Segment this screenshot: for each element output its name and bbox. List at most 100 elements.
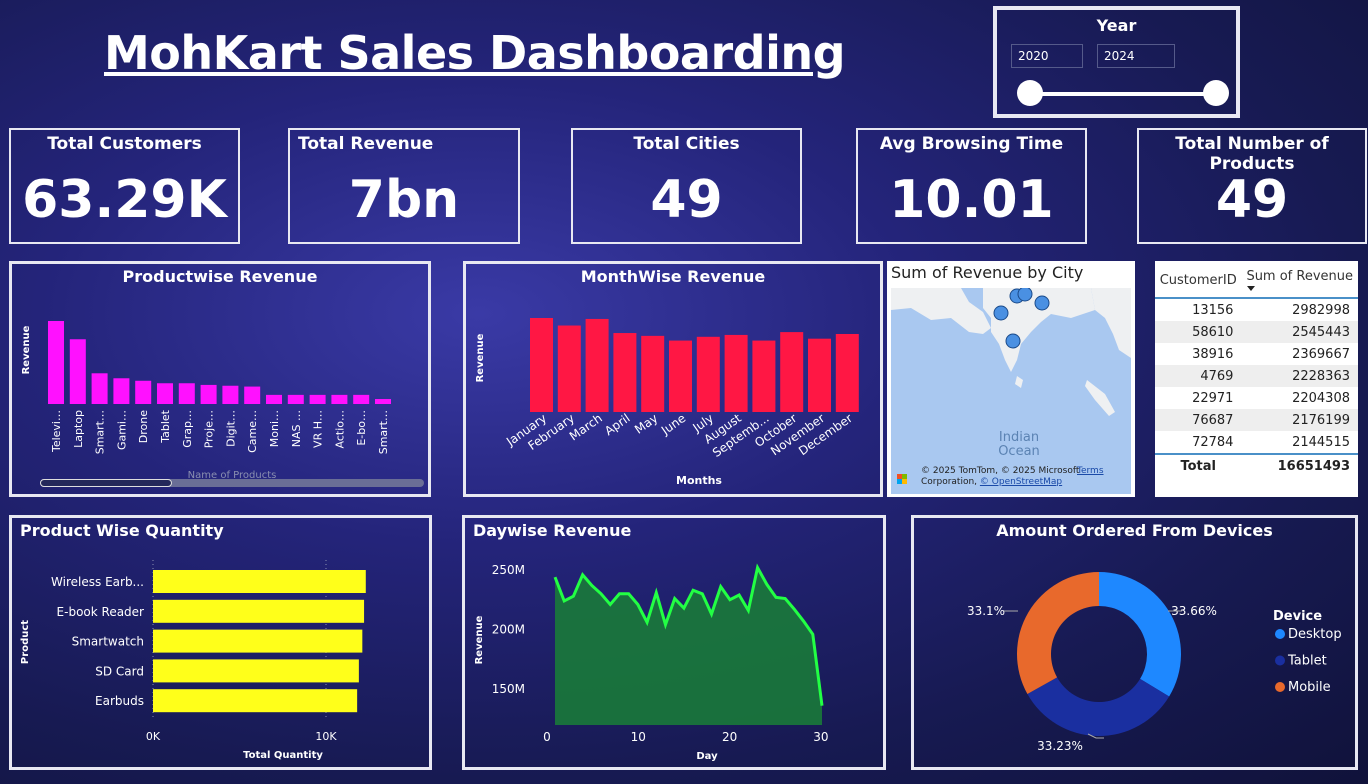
map-canvas[interactable]: Indian Ocean bbox=[891, 288, 1131, 494]
tick-label: Proje… bbox=[203, 410, 216, 448]
tick-label: Smartwatch bbox=[72, 635, 144, 649]
osm-link[interactable]: © OpenStreetMap bbox=[980, 477, 1062, 487]
table-row[interactable]: 76687 2176199 bbox=[1155, 409, 1358, 431]
horizontal-scrollbar[interactable] bbox=[40, 479, 424, 487]
bar bbox=[244, 386, 261, 404]
bar bbox=[153, 689, 358, 713]
bar bbox=[585, 318, 609, 412]
bar bbox=[157, 383, 173, 404]
bar bbox=[696, 336, 720, 412]
product-quantity-panel[interactable]: Product Wise Quantity Wireless Earb... E-… bbox=[9, 515, 432, 770]
productwise-revenue-chart[interactable]: Revenue Televi… Laptop Smart… Gami… Drone Tabl… bbox=[12, 264, 428, 494]
slicer-handle-start[interactable] bbox=[1017, 80, 1043, 106]
legend-title: Device bbox=[1273, 609, 1322, 624]
table-row[interactable]: 72784 2144515 bbox=[1155, 431, 1358, 454]
kpi-total-revenue: Total Revenue 7bn bbox=[288, 128, 520, 244]
tick-label: 30 bbox=[813, 730, 828, 744]
bar bbox=[724, 334, 748, 412]
daywise-revenue-panel[interactable]: Daywise Revenue 150M 200M 250M 0 10 20 30 Day Re… bbox=[462, 515, 886, 770]
dashboard-title: MohKart Sales Dashboarding bbox=[104, 26, 846, 80]
tick-label: Televi… bbox=[50, 410, 63, 453]
tick-label: 0 bbox=[543, 730, 551, 744]
year-slicer[interactable]: Year 2020 2024 bbox=[993, 6, 1240, 118]
sort-desc-icon bbox=[1247, 286, 1256, 291]
bar bbox=[222, 385, 239, 404]
tick-label: 0K bbox=[146, 730, 161, 743]
tick-label: Smart… bbox=[377, 410, 390, 454]
kpi-total-cities: Total Cities 49 bbox=[571, 128, 802, 244]
table-row[interactable]: 22971 2204308 bbox=[1155, 387, 1358, 409]
bar bbox=[135, 380, 152, 404]
tick-label: Came… bbox=[246, 410, 259, 453]
bar bbox=[530, 318, 553, 412]
table-row[interactable]: 13156 2982998 bbox=[1155, 298, 1358, 321]
y-axis-label: Revenue bbox=[475, 333, 486, 382]
kpi-title: Total Number of Products bbox=[1175, 134, 1329, 174]
legend-marker bbox=[1275, 629, 1285, 639]
productwise-revenue-panel[interactable]: Productwise Revenue Revenue Televi… Laptop… bbox=[9, 261, 431, 497]
bar bbox=[48, 321, 64, 404]
kpi-value: 7bn bbox=[348, 170, 460, 230]
bar bbox=[153, 599, 365, 623]
kpi-title: Total Revenue bbox=[298, 134, 434, 154]
x-axis-label: Months bbox=[676, 474, 722, 487]
bar bbox=[780, 332, 804, 412]
devices-donut-chart[interactable]: 33.66%33.23%33.1% DeviceDesktopTabletMobi… bbox=[914, 518, 1355, 767]
legend-label: Mobile bbox=[1288, 680, 1331, 695]
slicer-track[interactable] bbox=[1031, 92, 1215, 96]
column-header-customerid[interactable]: CustomerID bbox=[1155, 261, 1242, 299]
tick-label: 10K bbox=[315, 730, 337, 743]
slicer-to-input[interactable]: 2024 bbox=[1097, 44, 1175, 68]
map-title: Sum of Revenue by City bbox=[891, 263, 1084, 282]
tick-label: Laptop bbox=[72, 410, 85, 448]
devices-panel[interactable]: Amount Ordered From Devices 33.66% 33.23%… bbox=[911, 515, 1358, 770]
y-axis-label: Revenue bbox=[474, 615, 485, 664]
customer-revenue-table[interactable]: CustomerID Sum of Revenue 13156 2982998 5… bbox=[1155, 261, 1358, 497]
monthwise-revenue-chart[interactable]: RevenueJanuaryFebruaryMarchApril MayJune J… bbox=[466, 264, 880, 494]
table-row[interactable]: 38916 2369667 bbox=[1155, 343, 1358, 365]
legend-label: Desktop bbox=[1288, 627, 1342, 642]
bar bbox=[153, 629, 363, 653]
kpi-value: 49 bbox=[1215, 170, 1289, 230]
table-row[interactable]: 58610 2545443 bbox=[1155, 321, 1358, 343]
tick-label: 10 bbox=[631, 730, 646, 744]
kpi-total-products: Total Number of Products 49 bbox=[1137, 128, 1367, 244]
legend-marker bbox=[1275, 682, 1285, 692]
table-row[interactable]: 4769 2228363 bbox=[1155, 365, 1358, 387]
scrollbar-thumb[interactable] bbox=[40, 479, 172, 487]
daywise-revenue-chart[interactable]: 150M 200M 250M 0 10 20 30 Day Revenue bbox=[465, 518, 883, 767]
city-marker bbox=[1005, 333, 1021, 349]
revenue-map-panel[interactable]: Sum of Revenue by City Indian Ocean © 20… bbox=[887, 261, 1135, 497]
kpi-avg-browsing-time: Avg Browsing Time 10.01 bbox=[856, 128, 1087, 244]
product-quantity-chart[interactable]: Wireless Earb... E-book Reader Smartwatch S… bbox=[12, 518, 429, 767]
bar bbox=[375, 399, 391, 404]
kpi-title: Total Customers bbox=[47, 134, 202, 154]
bar bbox=[113, 378, 130, 404]
monthwise-revenue-panel[interactable]: MonthWise Revenue Revenue January February… bbox=[463, 261, 883, 497]
terms-link[interactable]: Terms bbox=[1077, 466, 1104, 477]
pie-slice bbox=[1017, 572, 1099, 694]
bar bbox=[91, 373, 108, 404]
ocean-label-1: Indian bbox=[999, 430, 1039, 445]
data-label: 33.1% bbox=[967, 604, 1005, 618]
bar bbox=[266, 394, 282, 404]
slicer-from-input[interactable]: 2020 bbox=[1011, 44, 1083, 68]
tick-label: Earbuds bbox=[95, 694, 144, 708]
tick-label: 20 bbox=[722, 730, 737, 744]
column-header-sum-of-revenue[interactable]: Sum of Revenue bbox=[1241, 261, 1358, 299]
city-marker bbox=[1017, 288, 1033, 302]
bar bbox=[309, 394, 326, 404]
bar bbox=[287, 394, 304, 404]
bar bbox=[178, 383, 195, 404]
data-label: 33.23% bbox=[1037, 739, 1083, 753]
tick-label: Drone bbox=[137, 410, 150, 443]
bar bbox=[752, 340, 776, 412]
pie-slice bbox=[1099, 572, 1181, 697]
tick-label: May bbox=[632, 411, 660, 437]
tick-label: SD Card bbox=[95, 664, 144, 678]
bar bbox=[669, 340, 692, 412]
tick-label: Smart… bbox=[94, 410, 107, 454]
table-total-row: Total 16651493 bbox=[1155, 453, 1358, 477]
slicer-handle-end[interactable] bbox=[1203, 80, 1229, 106]
map-copyright: © 2025 TomTom, © 2025 Microsoft Corporat… bbox=[921, 466, 1104, 487]
